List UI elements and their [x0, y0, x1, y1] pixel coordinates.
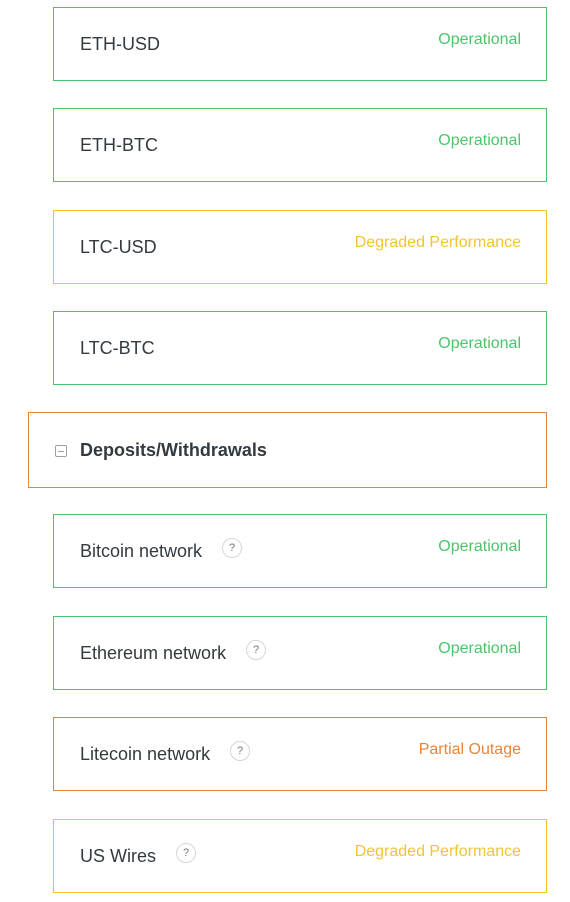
status-label: Degraded Performance [354, 843, 521, 860]
component-label: Litecoin network [80, 743, 211, 764]
component-name: Ethereum network ? [80, 617, 267, 689]
status-label: Operational [438, 640, 521, 657]
status-label: Partial Outage [418, 741, 521, 758]
group-deposits-withdrawals[interactable]: Deposits/Withdrawals [28, 412, 547, 488]
component-row-litecoin-network: Litecoin network ? Partial Outage [53, 717, 547, 791]
status-label: Operational [438, 335, 521, 352]
component-name: Bitcoin network ? [80, 515, 243, 587]
component-name: ETH-USD [80, 33, 160, 54]
component-label: US Wires [80, 845, 156, 866]
component-row-us-wires: US Wires ? Degraded Performance [53, 819, 547, 893]
status-label: Operational [438, 31, 521, 48]
component-name: ETH-BTC [80, 134, 158, 155]
component-row-ltc-btc: LTC-BTC Operational [53, 311, 547, 385]
help-icon[interactable]: ? [222, 538, 243, 558]
component-name: LTC-USD [80, 236, 157, 257]
help-icon[interactable]: ? [176, 843, 196, 863]
help-icon[interactable]: ? [246, 640, 267, 660]
component-row-bitcoin-network: Bitcoin network ? Operational [53, 514, 547, 588]
group-title[interactable]: Deposits/Withdrawals [80, 413, 267, 487]
component-row-eth-usd: ETH-USD Operational [53, 7, 547, 81]
help-icon[interactable]: ? [230, 741, 251, 761]
component-name: US Wires ? [80, 820, 196, 892]
component-name: Litecoin network ? [80, 718, 251, 790]
component-row-eth-btc: ETH-BTC Operational [53, 108, 547, 182]
status-label: Degraded Performance [354, 234, 521, 251]
component-row-ltc-usd: LTC-USD Degraded Performance [53, 210, 547, 284]
status-label: Operational [438, 538, 521, 555]
status-label: Operational [438, 132, 521, 149]
component-name: LTC-BTC [80, 337, 155, 358]
component-label: Ethereum network [80, 642, 227, 663]
minus-square-icon[interactable] [55, 445, 67, 457]
component-label: Bitcoin network [80, 540, 203, 561]
component-row-ethereum-network: Ethereum network ? Operational [53, 616, 547, 690]
